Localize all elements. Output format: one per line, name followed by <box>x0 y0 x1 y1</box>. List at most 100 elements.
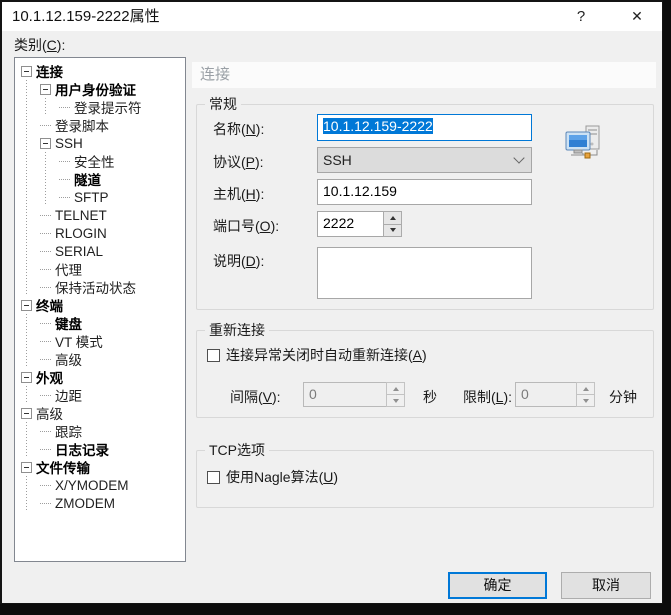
tree-item-label: 终端 <box>36 299 63 314</box>
tree-item-label: SSH <box>55 135 83 151</box>
selected-text: 10.1.12.159-2222 <box>323 118 433 134</box>
tree-collapse-icon[interactable] <box>40 137 51 149</box>
arrow-down-icon <box>389 228 396 233</box>
arrow-up-icon <box>392 386 399 391</box>
tree-item-label: 高级 <box>36 407 63 422</box>
arrow-down-icon <box>582 398 589 403</box>
help-button[interactable]: ? <box>564 2 598 31</box>
general-group: 常规 名称(N): 10.1.12.159-2222 协议(P): SSH 主机… <box>196 96 654 310</box>
tree-item[interactable]: SERIAL <box>15 242 185 260</box>
tree-item[interactable]: VT 模式 <box>15 332 185 350</box>
tree-guide-line <box>21 134 40 152</box>
tree-item[interactable]: RLOGIN <box>15 224 185 242</box>
tree-item[interactable]: SFTP <box>15 188 185 206</box>
host-input[interactable]: 10.1.12.159 <box>317 179 532 205</box>
limit-spin-buttons <box>576 382 595 407</box>
cancel-button[interactable]: 取消 <box>561 572 651 599</box>
tree-item-label: 日志记录 <box>55 443 109 458</box>
tree-item[interactable]: 登录脚本 <box>15 116 185 134</box>
spin-up-button[interactable] <box>383 211 402 225</box>
auto-reconnect-label: 连接异常关闭时自动重新连接(A) <box>226 347 427 363</box>
tree-connector <box>40 394 51 396</box>
name-input[interactable]: 10.1.12.159-2222 <box>317 114 532 141</box>
port-spin-buttons <box>383 211 402 237</box>
tree-item[interactable]: 隧道 <box>15 170 185 188</box>
panel-header: 连接 <box>192 62 656 88</box>
checkbox-icon[interactable] <box>207 470 220 484</box>
tree-item[interactable]: TELNET <box>15 206 185 224</box>
checkbox-icon[interactable] <box>207 348 220 362</box>
tree-item-label: 安全性 <box>74 155 115 170</box>
description-input[interactable] <box>317 247 532 299</box>
interval-spin-buttons <box>386 382 405 407</box>
tcp-options-group: TCP选项 使用Nagle算法(U) <box>196 442 654 508</box>
ok-button[interactable]: 确定 <box>448 572 547 599</box>
tree-item[interactable]: 安全性 <box>15 152 185 170</box>
tree-item-label: 用户身份验证 <box>55 83 136 98</box>
tree-collapse-icon[interactable] <box>21 461 32 473</box>
tree-guide-line <box>21 494 40 512</box>
port-input[interactable]: 2222 <box>317 211 383 237</box>
tree-guide-line <box>21 80 40 98</box>
tree-item[interactable]: 键盘 <box>15 314 185 332</box>
protocol-value: SSH <box>323 152 352 168</box>
tree-item[interactable]: ZMODEM <box>15 494 185 512</box>
tree-item[interactable]: 代理 <box>15 260 185 278</box>
tree-item[interactable]: 高级 <box>15 350 185 368</box>
reconnect-group-title: 重新连接 <box>205 322 269 339</box>
port-label: 端口号(O): <box>213 218 280 234</box>
category-tree[interactable]: 连接用户身份验证登录提示符登录脚本 SSH 安全性隧道 SFTP TELNET RLOGI… <box>14 57 186 562</box>
category-label: 类别(C): <box>14 37 66 53</box>
tree-item-label: 跟踪 <box>55 425 82 440</box>
tree-guide-line <box>21 152 40 170</box>
tree-item[interactable]: 高级 <box>15 404 185 422</box>
tree-item-label: 隧道 <box>74 173 101 188</box>
tree-item[interactable]: 连接 <box>15 62 185 80</box>
tree-item-label: 保持活动状态 <box>55 281 136 296</box>
tree-item-label: SFTP <box>74 189 109 205</box>
tree-collapse-icon[interactable] <box>21 371 32 383</box>
interval-label: 间隔(V): <box>230 389 281 405</box>
tree-guide-line <box>21 278 40 296</box>
session-properties-dialog: 10.1.12.159-2222属性 ? ✕ 类别(C): 连接 用户身份验证 登录… <box>0 0 663 604</box>
tree-item[interactable]: 外观 <box>15 368 185 386</box>
arrow-up-icon <box>389 215 396 220</box>
tree-item[interactable]: 跟踪 <box>15 422 185 440</box>
tree-item-label: 边距 <box>55 389 82 404</box>
tree-collapse-icon[interactable] <box>21 299 32 311</box>
tree-guide-line <box>21 242 40 260</box>
tree-item-label: RLOGIN <box>55 225 107 241</box>
close-icon[interactable]: ✕ <box>620 2 654 31</box>
tree-connector <box>40 214 51 216</box>
tree-item-label: 登录提示符 <box>74 101 142 116</box>
tree-guide-line <box>21 206 40 224</box>
tree-collapse-icon[interactable] <box>21 407 32 419</box>
spin-down-button[interactable] <box>383 224 402 237</box>
tree-guide-line <box>21 224 40 242</box>
tree-item[interactable]: 日志记录 <box>15 440 185 458</box>
tree-guide-line <box>21 386 40 404</box>
port-stepper[interactable]: 2222 <box>317 211 402 237</box>
tree-item[interactable]: 边距 <box>15 386 185 404</box>
tree-item-label: 连接 <box>36 65 63 80</box>
tree-connector <box>40 340 51 342</box>
auto-reconnect-checkbox-row[interactable]: 连接异常关闭时自动重新连接(A) <box>207 345 427 365</box>
tree-item[interactable]: 用户身份验证 <box>15 80 185 98</box>
tree-collapse-icon[interactable] <box>21 65 32 77</box>
limit-stepper: 0 <box>515 382 595 407</box>
tree-item[interactable]: 登录提示符 <box>15 98 185 116</box>
nagle-checkbox-row[interactable]: 使用Nagle算法(U) <box>207 467 338 487</box>
tree-item-label: VT 模式 <box>55 335 103 350</box>
tree-item-label: 登录脚本 <box>55 119 109 134</box>
tree-guide-line <box>21 98 40 116</box>
tree-item[interactable]: X/YMODEM <box>15 476 185 494</box>
tree-item[interactable]: 终端 <box>15 296 185 314</box>
tree-item-label: X/YMODEM <box>55 477 129 493</box>
chevron-down-icon <box>513 152 525 164</box>
tree-item[interactable]: SSH <box>15 134 185 152</box>
arrow-up-icon <box>582 386 589 391</box>
tree-item[interactable]: 文件传输 <box>15 458 185 476</box>
tree-item[interactable]: 保持活动状态 <box>15 278 185 296</box>
tree-item-label: SERIAL <box>55 243 104 259</box>
tree-collapse-icon[interactable] <box>40 83 51 95</box>
